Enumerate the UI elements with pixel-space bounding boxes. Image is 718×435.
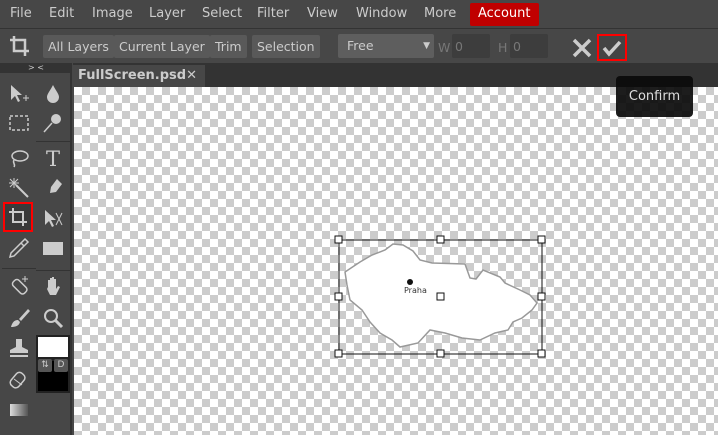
divider (36, 141, 70, 142)
menu-edit[interactable]: Edit (41, 3, 82, 26)
width-label: W (438, 40, 451, 55)
move-tool-icon[interactable] (4, 79, 34, 109)
confirm-tooltip: Confirm (616, 76, 693, 117)
svg-text:T: T (46, 147, 60, 169)
eyedropper-tool-icon[interactable] (4, 233, 34, 263)
menu-select[interactable]: Select (194, 3, 250, 26)
collapse-toolbox-button[interactable]: > < (0, 63, 72, 73)
menu-image[interactable]: Image (84, 3, 141, 26)
toolbox: > < T ⇅ D (0, 63, 72, 435)
options-bar: All Layers Current Layer Trim Selection … (0, 29, 718, 63)
menu-view[interactable]: View (299, 3, 346, 26)
stamp-tool-icon[interactable] (4, 333, 34, 363)
canvas[interactable]: Praha (74, 87, 718, 435)
gradient-tool-icon[interactable] (4, 395, 34, 425)
crop-handle[interactable] (436, 235, 445, 244)
default-colors-icon[interactable]: D (54, 359, 68, 372)
foreground-color-swatch[interactable] (36, 335, 70, 359)
zoom-tool-icon[interactable] (38, 303, 68, 333)
menu-layer[interactable]: Layer (141, 3, 193, 26)
dropdown-arrow-icon: ▼ (423, 41, 430, 51)
pen-tool-icon[interactable] (38, 173, 68, 203)
magic-wand-tool-icon[interactable] (4, 173, 34, 203)
crop-handle[interactable] (537, 235, 546, 244)
all-layers-button[interactable]: All Layers (43, 35, 114, 58)
crop-handle[interactable] (537, 292, 546, 301)
ratio-value: Free (347, 38, 374, 53)
healing-brush-tool-icon[interactable] (4, 271, 34, 301)
lasso-tool-icon[interactable] (4, 143, 34, 173)
height-label: H (498, 40, 508, 55)
width-input[interactable] (452, 34, 490, 58)
menu-more[interactable]: More (416, 3, 464, 26)
menu-bar: File Edit Image Layer Select Filter View… (0, 0, 718, 29)
brush-tool-icon[interactable] (4, 303, 34, 333)
path-select-tool-icon[interactable] (38, 203, 68, 233)
tab-title: FullScreen.psd (78, 68, 187, 83)
map-image (334, 235, 546, 358)
crop-handle[interactable] (537, 349, 546, 358)
selection-button[interactable]: Selection (252, 35, 320, 58)
hand-tool-icon[interactable] (38, 271, 68, 301)
height-input[interactable] (510, 34, 548, 58)
document-tab[interactable]: FullScreen.psd ✕ (73, 65, 205, 87)
eraser-tool-icon[interactable] (4, 365, 34, 395)
crop-handle[interactable] (334, 235, 343, 244)
menu-file[interactable]: File (2, 3, 40, 26)
crop-icon (10, 36, 29, 56)
confirm-button[interactable] (597, 34, 627, 61)
quick-select-tool-icon[interactable] (38, 108, 68, 138)
crop-handle[interactable] (436, 349, 445, 358)
close-tab-icon[interactable]: ✕ (186, 65, 197, 87)
type-tool-icon[interactable]: T (38, 143, 68, 173)
current-layer-button[interactable]: Current Layer (114, 35, 210, 58)
menu-filter[interactable]: Filter (249, 3, 297, 26)
menu-account[interactable]: Account (470, 3, 539, 26)
blur-tool-icon[interactable] (38, 79, 68, 109)
rectangle-tool-icon[interactable] (38, 233, 68, 263)
trim-button[interactable]: Trim (210, 35, 247, 58)
crop-handle[interactable] (334, 349, 343, 358)
check-icon (602, 40, 622, 57)
marquee-tool-icon[interactable] (4, 108, 34, 138)
map-city-label: Praha (404, 286, 427, 295)
cancel-icon[interactable] (572, 38, 592, 58)
menu-window[interactable]: Window (348, 3, 415, 26)
crop-handle[interactable] (334, 292, 343, 301)
ratio-select[interactable]: Free ▼ (338, 34, 434, 58)
crop-center-handle[interactable] (436, 292, 445, 301)
city-marker-icon (407, 279, 413, 285)
crop-tool-icon[interactable] (3, 202, 33, 232)
swap-colors-icon[interactable]: ⇅ (38, 359, 52, 372)
divider (2, 268, 36, 269)
